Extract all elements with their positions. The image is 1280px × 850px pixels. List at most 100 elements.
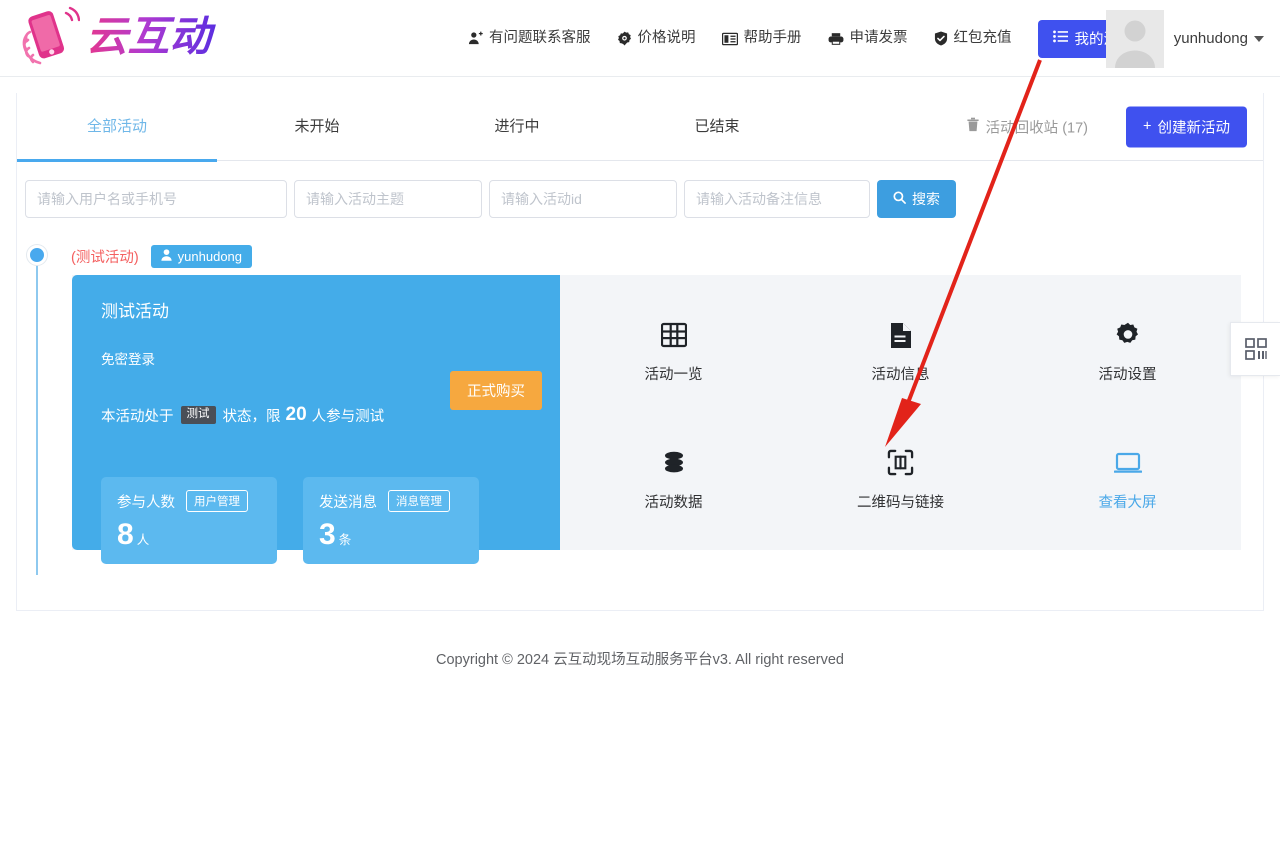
book-icon [721,32,738,46]
printer-icon [828,32,844,46]
tab-label: 未开始 [294,117,340,135]
grid-icon [660,321,687,349]
activity-timeline: (测试活动) yunhudong 测试活动 免密登录 本活动处于 测试 状态，限… [17,237,1263,575]
activity-card: 测试活动 免密登录 本活动处于 测试 状态，限 20 人参与测试 正式购买 参与 [72,275,1241,564]
avatar[interactable] [1105,9,1164,68]
stat-label: 参与人数 [117,494,175,511]
monitor-icon [1113,449,1142,477]
tool-label: 活动一览 [644,367,703,384]
search-button-label: 搜索 [912,191,940,207]
gear-icon [1115,321,1141,349]
activity-owner-tag[interactable]: yunhudong [150,244,253,268]
tool-label: 活动数据 [644,494,703,511]
user-management-button[interactable]: 用户管理 [186,490,248,512]
document-icon [890,321,912,349]
recycle-bin-label: 活动回收站 (17) [985,120,1088,136]
tool-view-big-screen[interactable]: 查看大屏 [1099,449,1157,512]
status-chip: 测试 [180,406,216,424]
nav-label: 价格说明 [637,30,696,47]
activity-name: 测试活动 [101,302,169,321]
nav-item-pricing[interactable]: 价格说明 [617,31,696,46]
trash-icon [967,117,979,136]
search-input-username-or-phone[interactable] [25,180,287,218]
tab-label: 进行中 [494,117,540,135]
tool-activity-info[interactable]: 活动信息 [872,321,930,384]
shield-check-icon [934,31,948,46]
hand-phone-logo-icon [22,6,80,65]
tab-in-progress[interactable]: 进行中 [417,93,617,161]
search-button[interactable]: 搜索 [877,180,956,218]
plus-icon: + [1143,118,1152,135]
tool-qrcode-and-link[interactable]: 二维码与链接 [857,449,944,512]
tab-all-activities[interactable]: 全部活动 [17,93,217,162]
search-input-activity-id[interactable] [489,180,677,218]
nav-item-redpacket-recharge[interactable]: 红包充值 [934,31,1012,46]
database-icon [662,449,686,477]
nav-label: 有问题联系客服 [489,30,591,47]
create-activity-button[interactable]: + 创建新活动 [1126,106,1247,147]
tool-label: 活动设置 [1098,367,1157,384]
logo-wordmark-icon: 云互动 [86,12,216,61]
tool-label: 活动信息 [871,367,930,384]
create-activity-label: 创建新活动 [1157,120,1231,136]
qrcode-scan-icon [887,449,914,477]
floating-qrcode-widget[interactable] [1230,322,1280,376]
tab-bar: 全部活动 未开始 进行中 已结束 活动回收站 (17) + 创建新活动 [17,93,1263,162]
recycle-bin-link[interactable]: 活动回收站 (17) [967,116,1088,137]
tool-label: 二维码与链接 [857,494,944,511]
user-support-icon [468,31,483,46]
activity-owner-label: yunhudong [177,248,243,264]
nav-item-help-manual[interactable]: 帮助手册 [721,30,802,47]
search-input-activity-title[interactable] [294,180,482,218]
buy-button[interactable]: 正式购买 [450,371,542,410]
svg-text:云互动: 云互动 [86,12,216,61]
activity-tools-grid: 活动一览 活动信息 活动设置 活动数据 二维码与链接 查看大屏 [560,275,1241,550]
status-prefix: 本活动处于 [101,408,174,425]
search-input-activity-remark[interactable] [684,180,870,218]
footer: Copyright © 2024 云互动现场互动服务平台v3. All righ… [0,648,1280,669]
activity-card-summary: 测试活动 免密登录 本活动处于 测试 状态，限 20 人参与测试 正式购买 参与 [72,275,560,564]
user-name-label: yunhudong [1173,30,1248,47]
user-area: yunhudong [1105,0,1264,77]
status-limit: 20 [285,404,307,425]
user-icon [161,248,172,264]
nav-label: 申请发票 [849,30,908,47]
copyright-text: Copyright © 2024 云互动现场互动服务平台v3. All righ… [436,652,844,668]
gear-badge-icon [617,31,632,46]
user-menu[interactable]: yunhudong [1174,30,1264,47]
tool-label: 查看大屏 [1098,494,1157,511]
status-middle: 状态，限 [222,408,281,425]
nav-label: 红包充值 [953,30,1012,47]
activity-subtitle: 免密登录 [101,352,155,367]
tab-finished[interactable]: 已结束 [617,93,817,161]
nav-item-request-invoice[interactable]: 申请发票 [828,31,908,46]
top-header: 云互动 有问题联系客服 价格说明 帮助手册 申请发票 红包充值 我的活动 yun… [0,0,1280,77]
stat-participants: 参与人数 用户管理 8人 [101,477,277,564]
list-icon [1052,30,1068,47]
stat-value: 8 [117,518,134,551]
nav-label: 帮助手册 [743,30,802,47]
stat-unit: 人 [136,533,150,547]
qrcode-icon [1244,338,1267,360]
header-nav: 有问题联系客服 价格说明 帮助手册 申请发票 红包充值 我的活动 [468,0,1148,77]
tab-label: 全部活动 [86,117,147,135]
activity-test-badge: (测试活动) [71,249,139,266]
tab-label: 已结束 [694,117,740,135]
chevron-down-icon [1254,35,1264,42]
tab-not-started[interactable]: 未开始 [217,93,417,161]
stat-messages: 发送消息 消息管理 3条 [303,477,479,564]
site-logo[interactable]: 云互动 [18,4,242,70]
page-root: 云互动 有问题联系客服 价格说明 帮助手册 申请发票 红包充值 我的活动 yun… [0,0,1280,850]
tool-activity-overview[interactable]: 活动一览 [645,321,703,384]
message-management-button[interactable]: 消息管理 [388,490,450,512]
tool-activity-settings[interactable]: 活动设置 [1099,321,1157,384]
search-bar: 搜索 [17,161,1263,237]
tool-activity-data[interactable]: 活动数据 [645,449,703,512]
activity-stats: 参与人数 用户管理 8人 发送消息 消息管理 3 条 [101,477,534,564]
status-suffix: 人参与测试 [311,408,385,425]
stat-label: 发送消息 [319,494,377,511]
activity-header: (测试活动) yunhudong [29,237,1263,275]
stat-value: 3 [319,518,336,551]
activities-panel: 全部活动 未开始 进行中 已结束 活动回收站 (17) + 创建新活动 请输入用… [16,93,1264,611]
nav-item-contact-support[interactable]: 有问题联系客服 [468,31,591,46]
